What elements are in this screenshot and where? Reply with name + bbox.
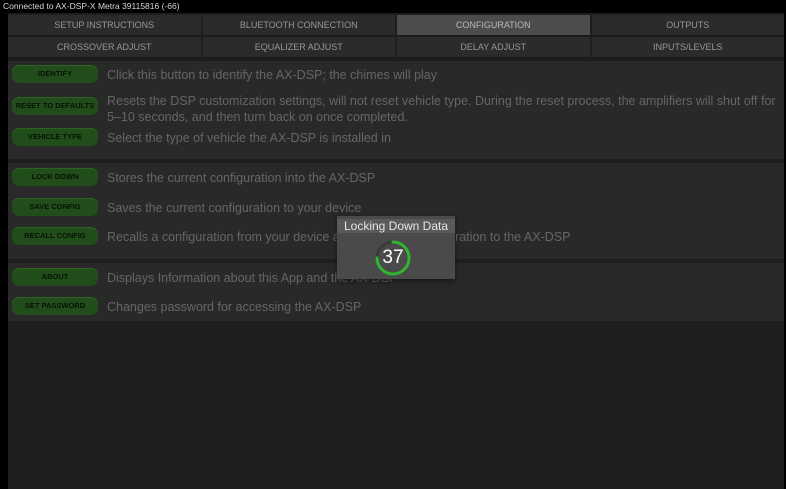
connection-status-text: Connected to AX-DSP-X Metra 39115816 (-6… — [3, 1, 180, 11]
dialog-title: Locking Down Data — [337, 219, 455, 233]
status-bar: Connected to AX-DSP-X Metra 39115816 (-6… — [0, 0, 786, 13]
progress-value: 37 — [382, 247, 404, 268]
app-window: SETUP INSTRUCTIONS BLUETOOTH CONNECTION … — [8, 13, 784, 489]
progress-dialog: Locking Down Data 37 — [337, 216, 455, 279]
